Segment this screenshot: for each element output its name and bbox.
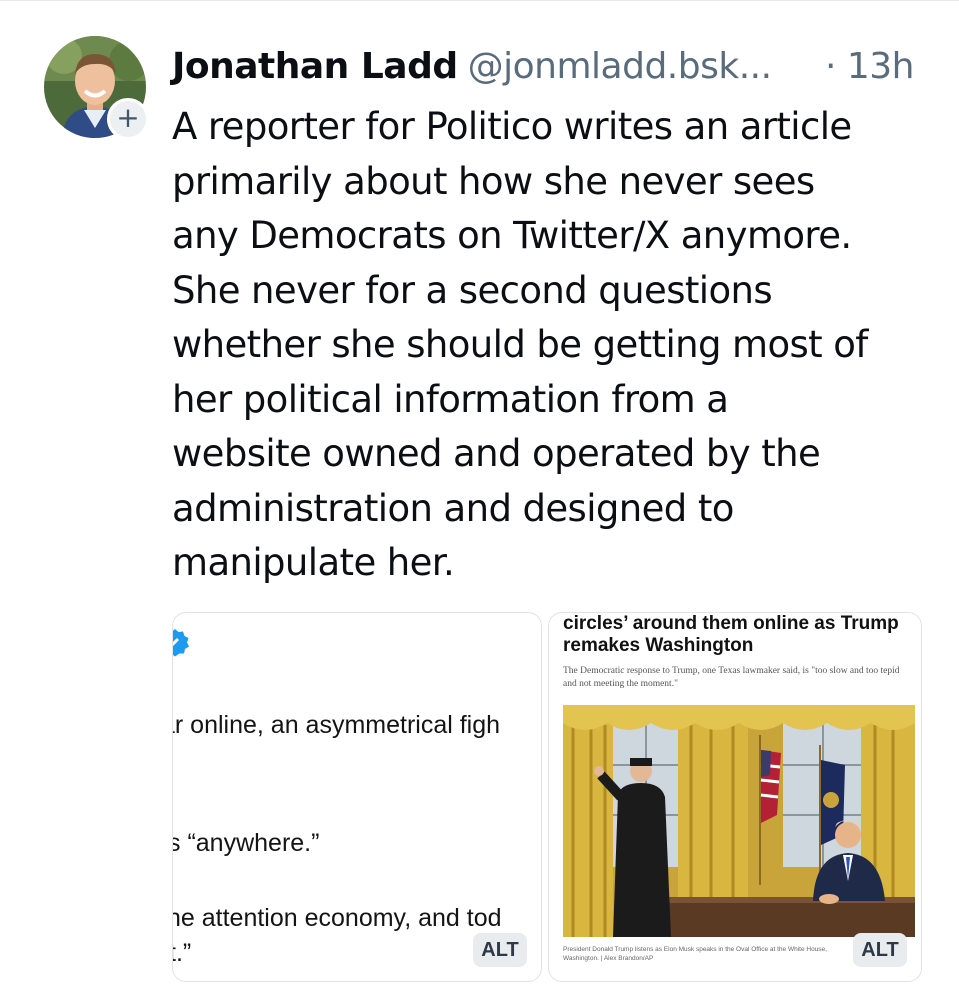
alt-text-button[interactable]: ALT	[853, 933, 907, 967]
post-timestamp[interactable]: · 13h	[824, 42, 915, 92]
post-text-line: A reporter for Politico writes an articl…	[172, 105, 852, 148]
article-dek: The Democratic response to Trump, one Te…	[563, 666, 900, 689]
post-header: Jonathan Ladd @jonmladd.bsk... · 13h	[172, 42, 932, 92]
post-text-line: website owned and operated by the	[172, 432, 821, 475]
post-text-line: whether she should be getting most of	[172, 323, 868, 366]
top-divider	[0, 0, 959, 1]
post-image-1[interactable]: ar online, an asymmetrical figh s “anywh…	[172, 612, 542, 982]
post-text-line: any Democrats on Twitter/X anymore.	[172, 214, 852, 257]
photo-caption: President Donald Trump listens as Elon M…	[563, 946, 827, 962]
author-name[interactable]: Jonathan Ladd	[172, 46, 458, 87]
post-text-line: manipulate her.	[172, 541, 455, 584]
follow-plus-icon[interactable]: +	[107, 98, 149, 140]
separator-dot: ·	[824, 46, 836, 87]
post-text-line: administration and designed to	[172, 486, 734, 530]
timestamp-text: 13h	[846, 46, 915, 87]
post-text-line: primarily about how she never sees	[172, 159, 815, 203]
screenshot-text-line: ar online, an asymmetrical figh	[172, 711, 501, 739]
oval-office-photo	[563, 705, 915, 937]
alt-text-button[interactable]: ALT	[473, 933, 527, 967]
screenshot-text-line: ne attention economy, and tod	[172, 904, 502, 932]
headline-line: remakes Washington	[563, 635, 754, 656]
post-text: A reporter for Politico writes an articl…	[172, 100, 932, 591]
screenshot-text-line: t.”	[173, 939, 192, 967]
post-text-line: She never for a second questions	[172, 268, 773, 312]
post-image-2[interactable]: circles’ around them online as Trump rem…	[548, 612, 922, 982]
screenshot-text-line: s “anywhere.”	[172, 829, 320, 857]
verified-badge-icon	[173, 629, 189, 657]
headline-line: circles’ around them online as Trump	[563, 613, 899, 634]
post-text-line: her political information from a	[172, 377, 729, 421]
article-headline: circles’ around them online as Trump rem…	[563, 613, 913, 657]
author-handle[interactable]: @jonmladd.bsk...	[468, 46, 772, 87]
